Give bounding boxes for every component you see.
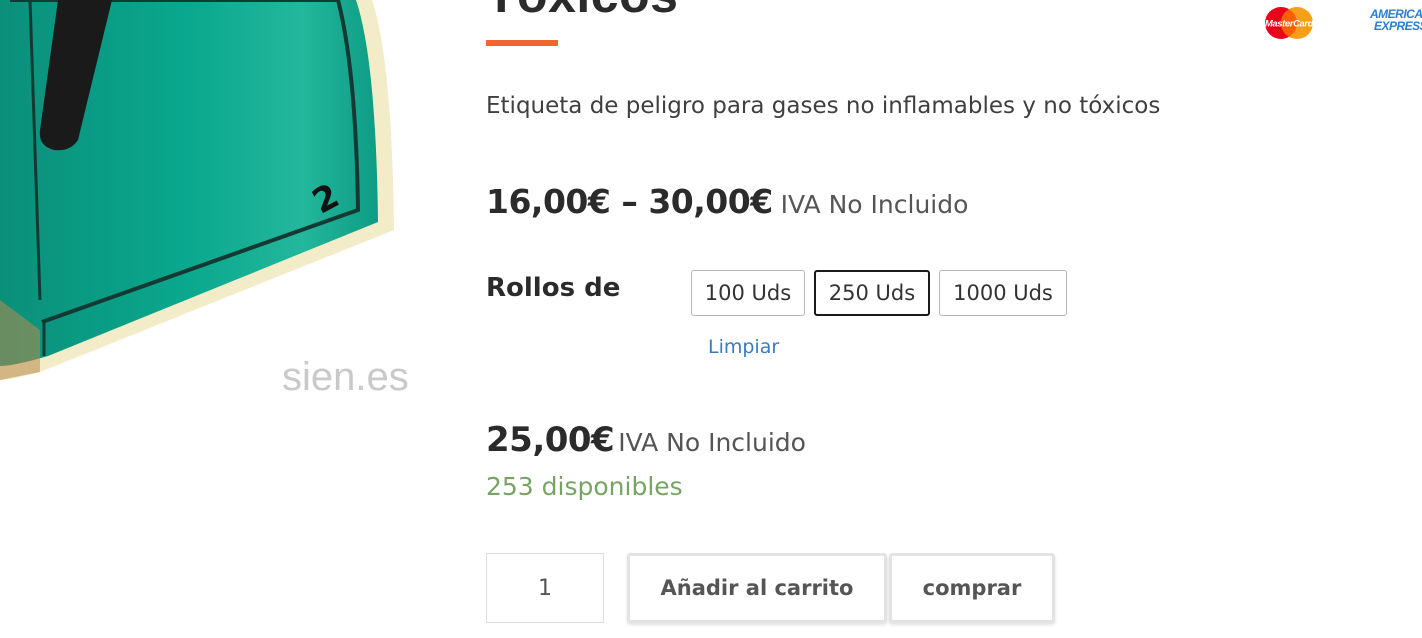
buy-button[interactable]: comprar — [889, 553, 1055, 623]
amex-line2: EXPRESS — [1374, 19, 1422, 33]
quantity-input[interactable] — [486, 553, 604, 623]
price-range: 16,00€ – 30,00€ IVA No Incluido — [486, 182, 968, 221]
variation-option-100[interactable]: 100 Uds — [691, 270, 805, 316]
variation-price-amount: 25,00€ — [486, 420, 615, 460]
product-image-watermark: sien.es — [282, 355, 409, 399]
mastercard-label: MasterCard — [1265, 19, 1314, 30]
variation-price-tax-note: IVA No Incluido — [618, 428, 806, 457]
variation-price: 25,00€ IVA No Incluido — [486, 420, 806, 460]
variation-label: Rollos de — [486, 273, 621, 303]
price-range-tax-note: IVA No Incluido — [780, 190, 969, 219]
mastercard-logo: MasterCard — [1265, 7, 1314, 39]
product-title: Tóxicos — [486, 0, 678, 20]
add-to-cart-button[interactable]: Añadir al carrito — [627, 553, 887, 623]
variation-option-250[interactable]: 250 Uds — [814, 270, 930, 316]
product-page: 2 sien.es Tóxicos MasterCard AMERICAN EX… — [0, 0, 1422, 638]
stock-status: 253 disponibles — [486, 472, 683, 501]
product-image[interactable]: 2 sien.es — [0, 0, 470, 420]
title-underline — [486, 40, 558, 46]
clear-variation-link[interactable]: Limpiar — [708, 336, 779, 358]
amex-logo: AMERICAN EXPRESS — [1370, 8, 1422, 38]
variation-option-1000[interactable]: 1000 Uds — [939, 270, 1067, 316]
product-description: Etiqueta de peligro para gases no inflam… — [486, 93, 1161, 119]
price-range-amount: 16,00€ – 30,00€ — [486, 182, 773, 221]
